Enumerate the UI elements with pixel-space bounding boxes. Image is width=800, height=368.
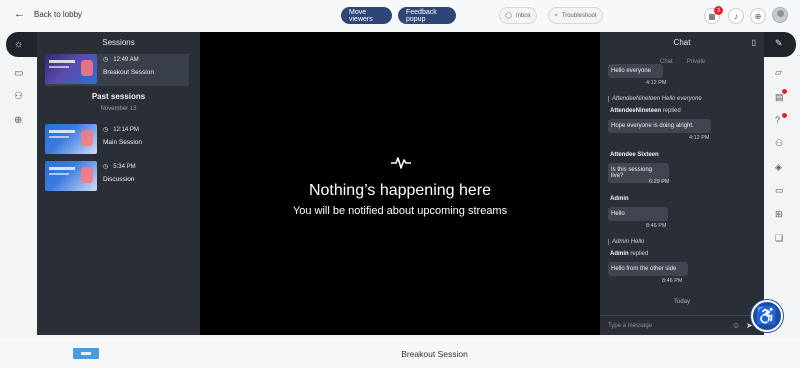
inbox-label: Inbox [516, 12, 531, 19]
globe-icon: ⊕ [754, 11, 762, 21]
clock-icon: ◷ [103, 127, 109, 133]
session-thumbnail [45, 124, 97, 154]
edit-icon[interactable]: ✎ [775, 38, 783, 49]
unread-dot [782, 89, 787, 94]
message-time: 6:29 PM [649, 179, 670, 185]
arrow-left-icon: ← [14, 8, 25, 20]
top-bar: ← Back to lobby Move viewers Feedback po… [0, 0, 800, 32]
calendar-button[interactable]: ▦ 3 [704, 6, 723, 24]
chat-message: Hello everyone [608, 64, 663, 78]
stage-frame: Sessions ◷ 12:49 AM Breakout Session Past… [37, 32, 764, 335]
chat-input-bar[interactable]: Type a message ☺ ➤ [600, 315, 764, 335]
language-button[interactable]: ⊕ [750, 8, 766, 24]
layers-icon[interactable]: ◈ [775, 162, 782, 173]
empty-stage-subtitle: You will be notified about upcoming stre… [292, 205, 508, 217]
sessions-title: Sessions [102, 38, 135, 47]
chat-panel: Chat ▯ Chat Private Hello everyone 4:12 … [600, 32, 764, 335]
message-time: 8:46 PM [662, 278, 683, 284]
session-time: 12:14 PM [113, 126, 139, 133]
presentation-icon[interactable]: ▭ [14, 68, 23, 79]
past-sessions-title: Past sessions [91, 92, 146, 101]
quoted-message: AttendeeNineteen Hello everyone [608, 96, 702, 102]
chat-message: Hello [608, 207, 668, 221]
current-session-title: Breakout Session [401, 349, 468, 359]
clock-icon: ◷ [103, 164, 109, 170]
chat-bubble-icon: ◯ [505, 13, 513, 19]
session-time: 12:49 AM [113, 56, 139, 63]
clock-icon: ◷ [103, 57, 109, 63]
speech-icon[interactable]: ❏ [775, 233, 783, 244]
message-time: 8:46 PM [646, 223, 667, 229]
accessibility-button[interactable]: ♿ [751, 300, 783, 332]
chat-bubbles-icon[interactable]: ▱ [775, 67, 782, 78]
back-to-lobby-link[interactable]: ← Back to lobby [14, 9, 82, 20]
groups-icon[interactable]: ⚇ [775, 138, 783, 149]
chat-tabs: Chat Private [660, 59, 705, 65]
troubleshoot-button[interactable]: ≈ Troubleshoot [548, 7, 603, 24]
inbox-button[interactable]: ◯ Inbox [499, 7, 537, 24]
grid-icon[interactable]: ⊞ [775, 209, 783, 220]
back-to-lobby-label: Back to lobby [34, 10, 83, 19]
message-time: 4:12 PM [646, 80, 667, 86]
id-card-icon[interactable]: ▭ [775, 185, 784, 196]
session-time: 5:34 PM [113, 163, 136, 170]
session-item-discussion[interactable]: ◷ 5:34 PM Discussion [45, 161, 189, 193]
empty-stage-title: Nothing’s happening here [308, 182, 492, 199]
video-stage: Nothing’s happening here You will be not… [200, 32, 600, 335]
quoted-message: Admin Hello [608, 239, 644, 245]
bottom-bar: Breakout Session [0, 337, 800, 368]
pulse-icon [391, 157, 411, 169]
past-sessions-date: November 13 [100, 106, 137, 112]
document-icon[interactable]: ▯ [752, 38, 756, 47]
qa-icon[interactable]: ? [775, 115, 780, 125]
session-name: Main Session [103, 139, 143, 146]
chat-message: Hello from the other side [608, 262, 688, 276]
chat-title: Chat [673, 38, 691, 47]
troubleshoot-label: Troubleshoot [561, 12, 597, 19]
session-thumbnail [45, 161, 97, 191]
notification-badge: 3 [714, 6, 723, 15]
unread-dot [782, 113, 787, 118]
globe-icon[interactable]: ⊕ [14, 115, 22, 126]
move-viewers-button[interactable]: Move viewers [341, 7, 392, 24]
session-name: Breakout Session [103, 69, 154, 76]
accessibility-icon: ♿ [755, 305, 779, 326]
session-thumbnail [45, 54, 97, 84]
session-name: Discussion [103, 176, 135, 183]
session-item-breakout[interactable]: ◷ 12:49 AM Breakout Session [45, 54, 189, 86]
notifications-button[interactable]: ♪ [728, 8, 744, 24]
message-author: Admin [610, 196, 629, 202]
people-icon[interactable]: ⚇ [14, 91, 23, 102]
chat-message: Hope everyone is doing alright. [608, 119, 711, 133]
lightbulb-icon[interactable]: ☼ [14, 39, 23, 50]
user-avatar[interactable] [772, 7, 788, 23]
message-author: Attendee Sixteen [610, 152, 659, 158]
sessions-panel: Sessions ◷ 12:49 AM Breakout Session Past… [37, 32, 200, 335]
bell-icon: ♪ [734, 11, 738, 21]
wifi-icon: ≈ [554, 12, 558, 19]
message-time: 4:12 PM [689, 135, 710, 141]
reply-header: AttendeeNineteen replied [610, 108, 681, 114]
tab-private[interactable]: Private [687, 59, 706, 65]
emoji-icon[interactable]: ☺ [732, 321, 740, 330]
reply-header: Admin replied [610, 251, 649, 257]
session-item-main[interactable]: ◷ 12:14 PM Main Session [45, 124, 189, 156]
feedback-popup-button[interactable]: Feedback popup [398, 7, 456, 24]
today-divider: Today [673, 299, 690, 305]
message-input[interactable]: Type a message [608, 323, 652, 329]
